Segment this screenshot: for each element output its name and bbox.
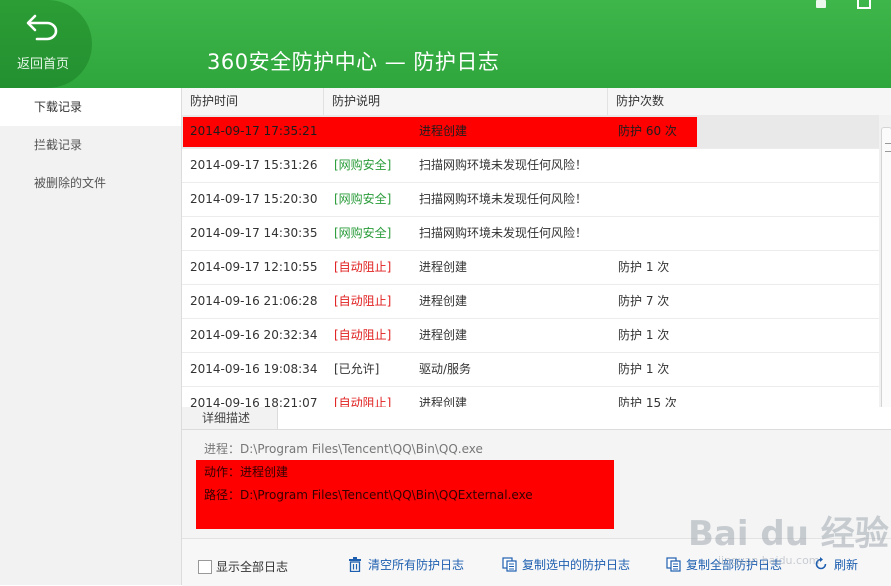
row-tag: [自动阻止] <box>334 396 392 407</box>
back-home-button[interactable]: 返回首页 <box>0 0 92 88</box>
detail-panel: 进程：D:\Program Files\Tencent\QQ\Bin\QQ.ex… <box>182 430 891 538</box>
redaction-box: 动作：进程创建 路径：D:\Program Files\Tencent\QQ\B… <box>196 460 614 529</box>
page-title: 360安全防护中心 — 防护日志 <box>207 50 500 74</box>
row-time: 2014-09-16 20:32:34 <box>190 328 318 342</box>
clear-logs-button[interactable]: 清空所有防护日志 <box>348 556 464 574</box>
row-tag: [自动阻止] <box>334 328 392 342</box>
row-count: 防护 1 次 <box>618 362 670 376</box>
row-description: 进程创建 <box>419 396 468 407</box>
row-time: 2014-09-16 21:06:28 <box>190 294 318 308</box>
row-tag: [自动阻止] <box>334 260 392 274</box>
row-tag: [网购安全] <box>334 226 392 240</box>
row-tag: [网购安全] <box>334 158 392 172</box>
table-row[interactable]: 2014-09-17 14:30:35 [网购安全] 扫描网购环境未发现任何风险… <box>182 217 879 251</box>
copy-all-button[interactable]: 复制全部防护日志 <box>666 556 782 574</box>
row-description: 扫描网购环境未发现任何风险！ <box>419 158 588 172</box>
row-count: 防护 7 次 <box>618 294 670 308</box>
show-all-label[interactable]: 显示全部日志 <box>216 558 288 575</box>
column-header-description[interactable]: 防护说明 <box>324 88 608 115</box>
row-time: 2014-09-17 15:31:26 <box>190 158 318 172</box>
detail-tab-bar: 详细描述 <box>182 407 891 430</box>
table-row[interactable]: 2014-09-17 15:20:30 [网购安全] 扫描网购环境未发现任何风险… <box>182 183 879 217</box>
minimize-icon[interactable] <box>857 0 871 9</box>
table-row[interactable]: 2014-09-16 21:06:28 [自动阻止] 进程创建 防护 7 次 <box>182 285 879 319</box>
row-count: 防护 1 次 <box>618 328 670 342</box>
footer-toolbar: 显示全部日志 清空所有防护日志 复制选中的防护日志 复制全部防护日志 刷新 <box>182 538 891 586</box>
back-home-label: 返回首页 <box>16 57 69 72</box>
back-arrow-icon <box>26 14 58 41</box>
detail-action-line: 动作：进程创建 <box>204 465 289 479</box>
copy-all-icon <box>666 557 681 572</box>
row-count: 防护 1 次 <box>618 260 670 274</box>
refresh-icon <box>815 557 827 570</box>
row-description: 进程创建 <box>419 294 468 308</box>
table-row[interactable]: 2014-09-16 20:32:34 [自动阻止] 进程创建 防护 1 次 <box>182 319 879 353</box>
row-count: 防护 60 次 <box>618 124 677 138</box>
row-time: 2014-09-16 19:08:34 <box>190 362 318 376</box>
table-scrollbar[interactable] <box>879 115 891 409</box>
table-row[interactable]: 2014-09-17 12:10:55 [自动阻止] 进程创建 防护 1 次 <box>182 251 879 285</box>
header-bar: 返回首页 360安全防护中心 — 防护日志 <box>0 0 891 88</box>
sidebar-item-downloads[interactable]: 下载记录 <box>0 88 181 126</box>
column-header-count[interactable]: 防护次数 <box>608 88 891 115</box>
trash-icon <box>349 557 361 572</box>
copy-selected-button[interactable]: 复制选中的防护日志 <box>502 556 630 574</box>
table-row[interactable]: 2014-09-17 17:35:21 进程创建 防护 60 次 <box>182 115 879 149</box>
row-description: 驱动/服务 <box>419 362 472 376</box>
show-all-checkbox[interactable] <box>198 560 212 574</box>
copy-all-label: 复制全部防护日志 <box>686 558 783 572</box>
sidebar-item-deleted-files[interactable]: 被删除的文件 <box>0 164 181 202</box>
row-count: 防护 15 次 <box>618 396 677 407</box>
row-description: 进程创建 <box>419 124 468 138</box>
row-tag: [网购安全] <box>334 192 392 206</box>
tab-detail-description[interactable]: 详细描述 <box>182 407 278 429</box>
log-table: 2014-09-17 17:35:21 进程创建 防护 60 次 2014-09… <box>182 115 879 407</box>
row-time: 2014-09-16 18:21:07 <box>190 396 318 407</box>
sidebar: 下载记录 拦截记录 被删除的文件 <box>0 88 182 585</box>
row-tag: [自动阻止] <box>334 294 392 308</box>
row-description: 进程创建 <box>419 328 468 342</box>
row-description: 扫描网购环境未发现任何风险！ <box>419 226 588 240</box>
copy-icon <box>502 557 517 572</box>
detail-process-line: 进程：D:\Program Files\Tencent\QQ\Bin\QQ.ex… <box>204 442 483 456</box>
detail-path-line: 路径：D:\Program Files\Tencent\QQ\Bin\QQExt… <box>204 488 533 502</box>
row-description: 进程创建 <box>419 260 468 274</box>
table-row[interactable]: 2014-09-16 18:21:07 [自动阻止] 进程创建 防护 15 次 <box>182 387 879 407</box>
refresh-button[interactable]: 刷新 <box>814 556 858 574</box>
copy-selected-label: 复制选中的防护日志 <box>522 558 631 572</box>
table-row[interactable]: 2014-09-16 19:08:34 [已允许] 驱动/服务 防护 1 次 <box>182 353 879 387</box>
sidebar-item-intercepts[interactable]: 拦截记录 <box>0 126 181 164</box>
clear-logs-label: 清空所有防护日志 <box>368 558 465 572</box>
table-header: 防护时间 防护说明 防护次数 <box>182 88 891 116</box>
table-row[interactable]: 2014-09-17 15:31:26 [网购安全] 扫描网购环境未发现任何风险… <box>182 149 879 183</box>
row-time: 2014-09-17 17:35:21 <box>190 124 318 138</box>
scrollbar-grip-icon <box>885 143 891 152</box>
column-header-time[interactable]: 防护时间 <box>182 88 324 115</box>
scrollbar-thumb[interactable] <box>881 127 891 409</box>
row-time: 2014-09-17 12:10:55 <box>190 260 318 274</box>
row-tag: [已允许] <box>334 362 380 376</box>
menu-icon[interactable] <box>816 0 826 8</box>
row-time: 2014-09-17 14:30:35 <box>190 226 318 240</box>
row-description: 扫描网购环境未发现任何风险！ <box>419 192 588 206</box>
row-time: 2014-09-17 15:20:30 <box>190 192 318 206</box>
